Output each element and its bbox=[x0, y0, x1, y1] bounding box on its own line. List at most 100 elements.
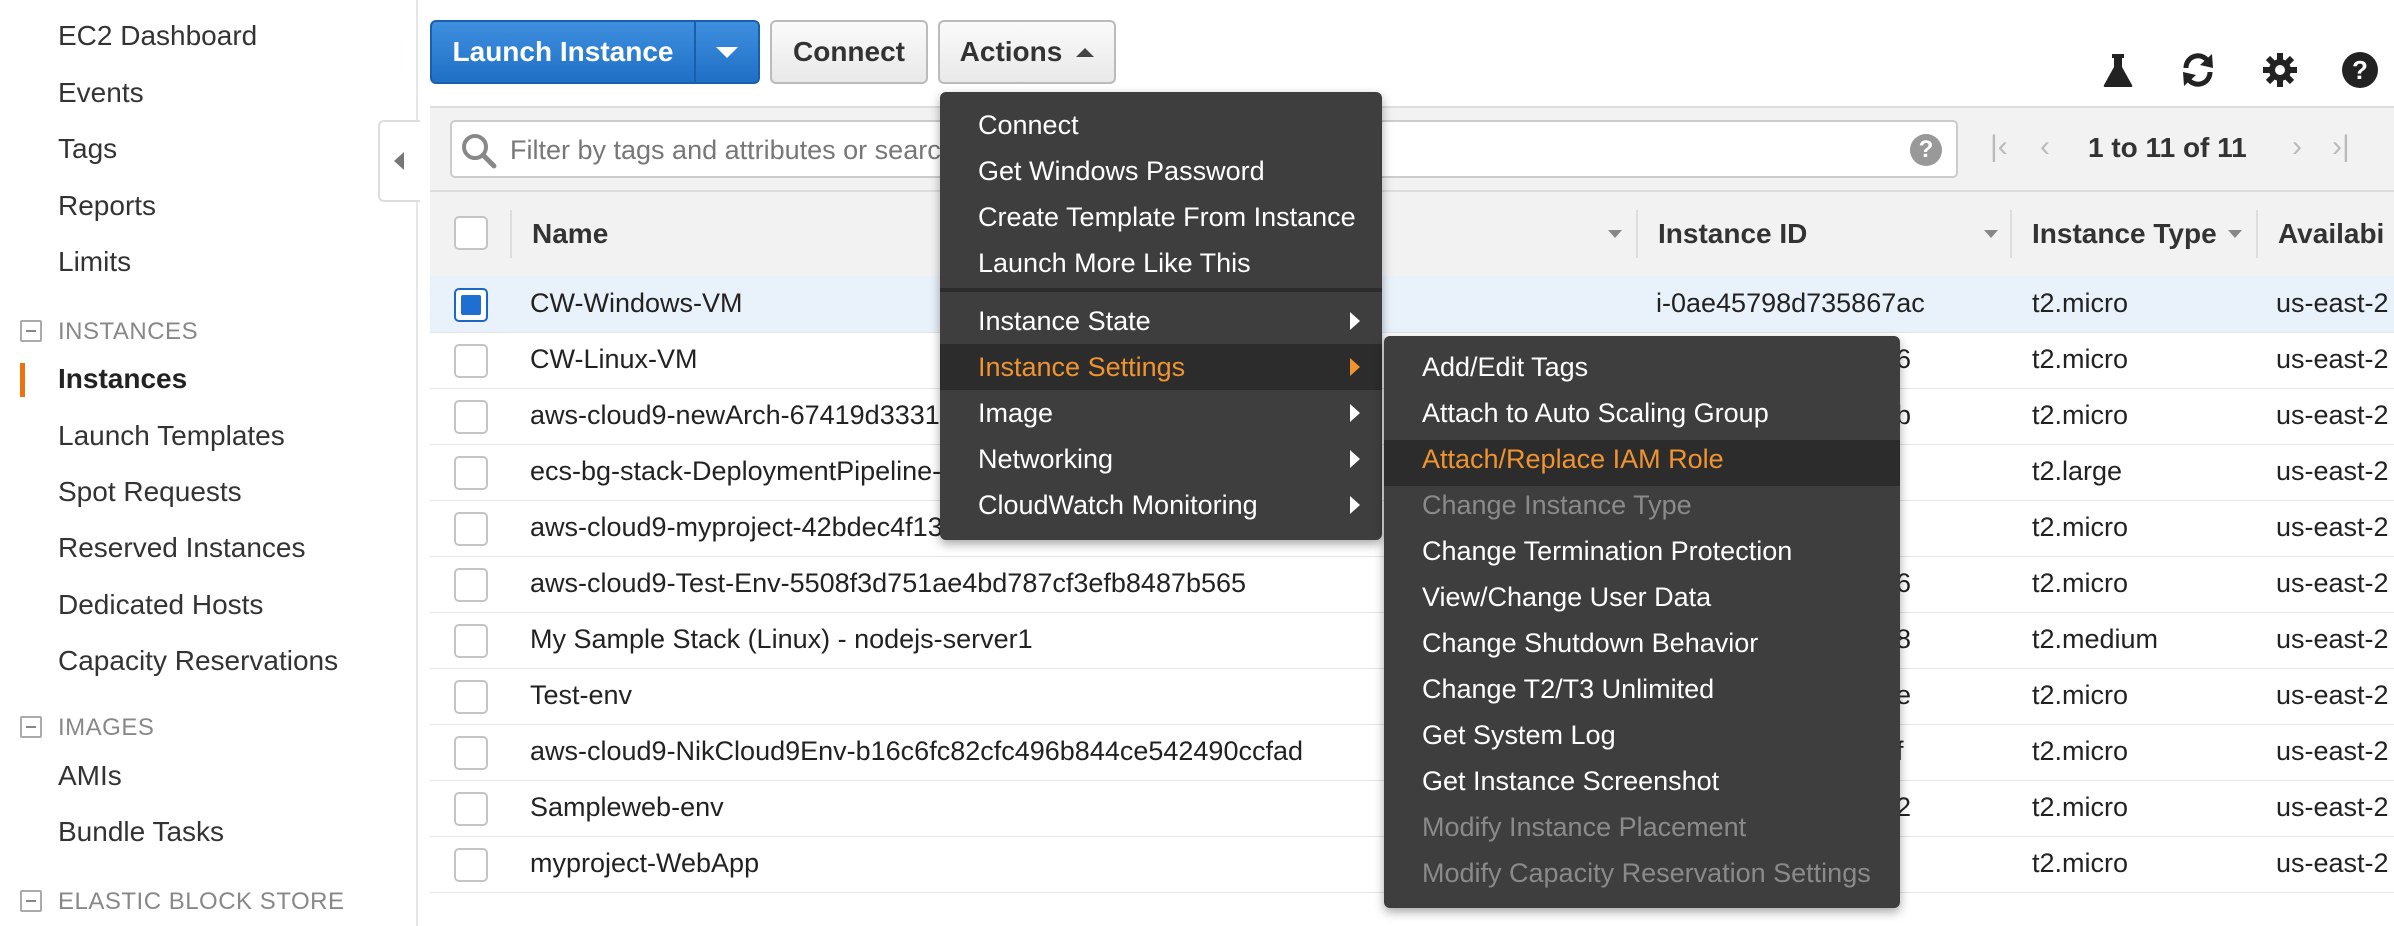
menu-item-launch-more[interactable]: Launch More Like This bbox=[978, 248, 1251, 279]
cell-instance-type: t2.micro bbox=[2032, 736, 2129, 766]
menu-item-instance-settings[interactable]: Instance Settings bbox=[978, 352, 1185, 383]
active-indicator bbox=[20, 363, 25, 397]
sort-caret-icon[interactable] bbox=[2228, 230, 2242, 238]
cell-availability-zone: us-east-2 bbox=[2276, 344, 2389, 374]
cell-name: aws-cloud9-NikCloud9Env-b16c6fc82cfc496b… bbox=[530, 736, 1303, 766]
menu-item-connect[interactable]: Connect bbox=[978, 110, 1079, 141]
actions-button-label: Actions bbox=[959, 36, 1063, 67]
sort-caret-icon[interactable] bbox=[1608, 230, 1622, 238]
nav-events[interactable]: Events bbox=[58, 77, 144, 109]
section-ebs-label: ELASTIC BLOCK STORE bbox=[58, 888, 345, 915]
nav-instances[interactable]: Instances bbox=[58, 363, 187, 395]
menu-item-networking[interactable]: Networking bbox=[978, 444, 1113, 475]
cell-name: CW-Linux-VM bbox=[530, 344, 698, 374]
actions-menu: Connect Get Windows Password Create Temp… bbox=[940, 92, 1382, 540]
column-instance-id[interactable]: Instance ID bbox=[1658, 218, 1807, 250]
submenu-item-add-edit-tags[interactable]: Add/Edit Tags bbox=[1422, 352, 1588, 383]
flask-icon[interactable] bbox=[2098, 50, 2138, 90]
submenu-item-get-system-log[interactable]: Get System Log bbox=[1422, 720, 1616, 751]
cell-instance-type: t2.micro bbox=[2032, 680, 2129, 710]
menu-item-create-template[interactable]: Create Template From Instance bbox=[978, 202, 1356, 233]
column-name[interactable]: Name bbox=[532, 218, 608, 250]
section-images[interactable]: IMAGES bbox=[20, 714, 154, 742]
nav-reports[interactable]: Reports bbox=[58, 190, 156, 222]
cell-name: CW-Windows-VM bbox=[530, 288, 743, 318]
nav-launch-templates[interactable]: Launch Templates bbox=[58, 420, 285, 452]
last-page-icon[interactable]: ›| bbox=[2332, 130, 2350, 164]
submenu-item-change-termination-protection[interactable]: Change Termination Protection bbox=[1422, 536, 1792, 567]
next-page-icon[interactable]: › bbox=[2292, 130, 2302, 164]
cell-instance-type: t2.micro bbox=[2032, 400, 2129, 430]
gear-icon[interactable] bbox=[2260, 50, 2300, 90]
nav-spot-requests[interactable]: Spot Requests bbox=[58, 476, 242, 508]
row-checkbox[interactable] bbox=[454, 456, 488, 490]
section-images-label: IMAGES bbox=[58, 714, 155, 741]
nav-bundle-tasks[interactable]: Bundle Tasks bbox=[58, 816, 224, 848]
cell-availability-zone: us-east-2 bbox=[2276, 736, 2389, 766]
cell-name: Sampleweb-env bbox=[530, 792, 724, 822]
search-help-icon[interactable]: ? bbox=[1910, 134, 1942, 166]
actions-button[interactable]: Actions bbox=[938, 20, 1116, 84]
row-checkbox[interactable] bbox=[454, 344, 488, 378]
submenu-item-modify-capacity-reservation: Modify Capacity Reservation Settings bbox=[1422, 858, 1871, 888]
row-checkbox[interactable] bbox=[454, 568, 488, 602]
help-icon[interactable]: ? bbox=[2340, 50, 2380, 90]
row-checkbox[interactable] bbox=[454, 848, 488, 882]
submenu-item-change-shutdown-behavior[interactable]: Change Shutdown Behavior bbox=[1422, 628, 1758, 659]
nav-dedicated-hosts[interactable]: Dedicated Hosts bbox=[58, 589, 263, 621]
menu-item-instance-state-label: Instance State bbox=[978, 306, 1151, 336]
section-instances-label: INSTANCES bbox=[58, 318, 199, 345]
collapse-icon[interactable] bbox=[20, 889, 42, 912]
section-ebs[interactable]: ELASTIC BLOCK STORE bbox=[20, 888, 344, 916]
prev-page-icon[interactable]: ‹ bbox=[2040, 130, 2050, 164]
table-row[interactable]: CW-Windows-VM i-0ae45798d735867ac t2.mic… bbox=[430, 276, 2394, 333]
launch-dropdown-button[interactable] bbox=[694, 20, 760, 84]
row-checkbox[interactable] bbox=[454, 736, 488, 770]
nav-ec2-dashboard[interactable]: EC2 Dashboard bbox=[58, 20, 257, 52]
menu-item-get-windows-password[interactable]: Get Windows Password bbox=[978, 156, 1265, 187]
row-checkbox[interactable] bbox=[454, 288, 488, 322]
search-icon bbox=[462, 134, 497, 169]
launch-instance-button[interactable]: Launch Instance bbox=[430, 20, 696, 84]
filter-bar: ? |‹ ‹ 1 to 11 of 11 › ›| bbox=[430, 106, 2394, 192]
nav-reserved-instances[interactable]: Reserved Instances bbox=[58, 532, 305, 564]
cell-availability-zone: us-east-2 bbox=[2276, 288, 2389, 318]
column-availability-zone[interactable]: Availabi bbox=[2278, 218, 2384, 250]
submenu-item-attach-auto-scaling[interactable]: Attach to Auto Scaling Group bbox=[1422, 398, 1769, 429]
collapse-icon[interactable] bbox=[20, 715, 42, 738]
row-checkbox[interactable] bbox=[454, 792, 488, 826]
row-checkbox[interactable] bbox=[454, 624, 488, 658]
menu-separator bbox=[940, 288, 1382, 292]
cell-name: ecs-bg-stack-DeploymentPipeline-N bbox=[530, 456, 961, 486]
refresh-icon[interactable] bbox=[2178, 50, 2218, 90]
collapse-icon[interactable] bbox=[20, 319, 42, 342]
row-checkbox[interactable] bbox=[454, 400, 488, 434]
first-page-icon[interactable]: |‹ bbox=[1990, 130, 2008, 164]
submenu-item-view-change-user-data[interactable]: View/Change User Data bbox=[1422, 582, 1711, 613]
menu-item-instance-state[interactable]: Instance State bbox=[978, 306, 1151, 337]
menu-item-cloudwatch-monitoring[interactable]: CloudWatch Monitoring bbox=[978, 490, 1258, 521]
sidebar-collapse-toggle[interactable] bbox=[378, 120, 420, 202]
row-checkbox[interactable] bbox=[454, 680, 488, 714]
submenu-item-get-instance-screenshot[interactable]: Get Instance Screenshot bbox=[1422, 766, 1719, 797]
nav-amis[interactable]: AMIs bbox=[58, 760, 122, 792]
select-all-checkbox[interactable] bbox=[454, 216, 488, 250]
column-separator bbox=[2010, 210, 2012, 258]
menu-item-image[interactable]: Image bbox=[978, 398, 1053, 429]
submenu-arrow-icon bbox=[1350, 312, 1360, 330]
submenu-item-change-t2-t3-unlimited[interactable]: Change T2/T3 Unlimited bbox=[1422, 674, 1714, 705]
cell-instance-type: t2.large bbox=[2032, 456, 2123, 486]
cell-instance-type: t2.micro bbox=[2032, 344, 2129, 374]
section-instances[interactable]: INSTANCES bbox=[20, 318, 198, 346]
nav-tags[interactable]: Tags bbox=[58, 133, 117, 165]
row-checkbox[interactable] bbox=[454, 512, 488, 546]
cell-instance-type: t2.micro bbox=[2032, 288, 2129, 318]
nav-capacity-reservations[interactable]: Capacity Reservations bbox=[58, 645, 338, 677]
submenu-arrow-icon bbox=[1350, 450, 1360, 468]
connect-button[interactable]: Connect bbox=[770, 20, 928, 84]
submenu-item-attach-replace-iam-role[interactable]: Attach/Replace IAM Role bbox=[1422, 444, 1724, 475]
column-instance-type[interactable]: Instance Type bbox=[2032, 218, 2217, 250]
sort-caret-icon[interactable] bbox=[1984, 230, 1998, 238]
page-count: 1 to 11 of 11 bbox=[2088, 132, 2247, 163]
nav-limits[interactable]: Limits bbox=[58, 246, 131, 278]
